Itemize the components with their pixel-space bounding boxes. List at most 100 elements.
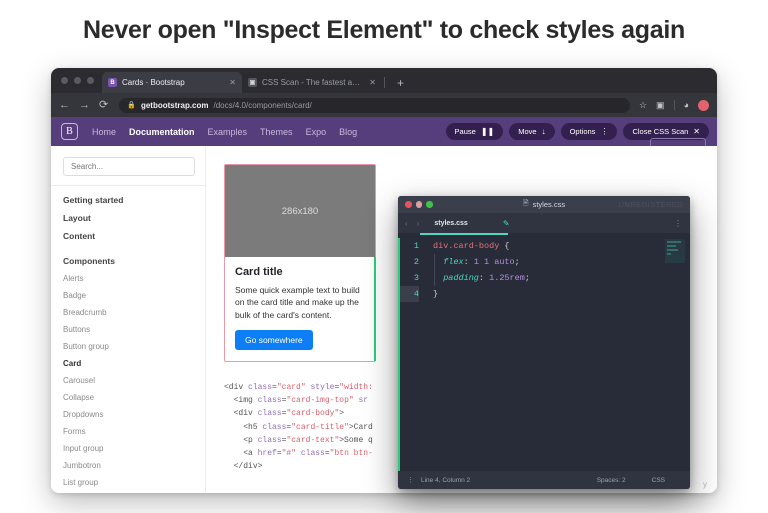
code-line: flex: 1 1 auto; [443,256,520,267]
editor-tab-bar: ‹ › styles.css ✎ ⋮ [398,213,690,233]
truncated-page-text: y [703,480,707,489]
card-text: Some quick example text to build on the … [235,285,360,320]
sidebar-item-alerts[interactable]: Alerts [63,274,195,283]
nav-link-home[interactable]: Home [92,127,116,137]
move-label: Move [518,127,537,136]
window-traffic-lights [59,68,102,93]
tab-divider [384,77,385,88]
editor-window-title: styles.css [532,200,566,209]
reload-icon[interactable]: ⟳ [99,99,108,111]
code-line: } [433,286,690,302]
nav-link-blog[interactable]: Blog [339,127,357,137]
profile-avatar[interactable] [698,99,709,111]
url-domain: getbootstrap.com [140,100,209,110]
sidebar-item-breadcrumb[interactable]: Breadcrumb [63,308,195,317]
sidebar-heading-components: Components [63,256,115,266]
editor-title-bar: 🗎 styles.css UNREGISTERED [398,196,690,213]
nav-link-expo[interactable]: Expo [306,127,327,137]
sidebar-item-carousel[interactable]: Carousel [63,376,195,385]
card-title: Card title [235,266,283,278]
css-scan-highlight-edge [374,257,376,361]
sidebar-item-content[interactable]: Content [63,231,195,241]
arrow-down-icon: ↓ [541,126,546,136]
new-tab-button[interactable]: + [387,76,412,93]
sidebar-item-collapse[interactable]: Collapse [63,393,195,402]
css-property: flex [443,256,464,267]
search-input[interactable] [63,157,195,176]
sidebar-item-card[interactable]: Card [63,359,195,368]
maximize-window-dot[interactable] [87,77,94,84]
unregistered-watermark: UNREGISTERED [618,200,683,209]
card-image-placeholder: 286x180 [225,165,375,257]
code-line: div.card-body { [433,240,510,251]
line-number: 2 [413,256,419,267]
editor-code-lines: div.card-body { flex: 1 1 auto; padding:… [426,238,690,472]
browser-tab-cards-bootstrap[interactable]: B Cards · Bootstrap ✕ [102,72,242,93]
options-button[interactable]: Options ⋮ [560,123,618,140]
bootstrap-favicon-icon: B [108,78,117,87]
sidebar-item-list-group[interactable]: List group [63,478,195,487]
editor-kebab-icon[interactable]: ⋮ [674,219,682,228]
css-scan-favicon-icon: ▣ [248,78,257,87]
card-component-preview[interactable]: 286x180 Card title Some quick example te… [224,164,376,362]
browser-tab-bar: B Cards · Bootstrap ✕ ▣ CSS Scan - The f… [51,68,717,93]
docs-sidebar: Getting started Layout Content Component… [51,146,206,493]
css-selector: div.card-body [433,240,500,251]
editor-line-numbers: 1 2 3 4 [400,238,426,472]
bootstrap-logo-icon[interactable]: B [61,123,78,140]
pause-button[interactable]: Pause ❚❚ [445,123,504,140]
sidebar-item-input-group[interactable]: Input group [63,444,195,453]
code-editor-window[interactable]: 🗎 styles.css UNREGISTERED ‹ › styles.css… [398,196,690,489]
status-kebab-icon[interactable]: ⋮ [407,476,414,484]
sidebar-item-buttons[interactable]: Buttons [63,325,195,334]
sidebar-item-layout[interactable]: Layout [63,213,195,223]
css-property: padding [443,272,479,283]
sidebar-item-jumbotron[interactable]: Jumbotron [63,461,195,470]
browser-tab-css-scan[interactable]: ▣ CSS Scan - The fastest and ea ✕ [242,72,382,93]
cursor-position: Line 4, Column 2 [421,476,471,484]
sidebar-item-badge[interactable]: Badge [63,291,195,300]
chevron-right-icon[interactable]: › [417,219,420,228]
line-number-active: 4 [400,285,419,302]
editor-tab-styles-css[interactable]: styles.css [434,220,467,227]
browser-url-bar: ← → ⟳ 🔒 getbootstrap.com/docs/4.0/compon… [51,93,717,117]
sidebar-item-button-group[interactable]: Button group [63,342,195,351]
tab-title: Cards · Bootstrap [122,78,185,87]
editor-minimap[interactable] [665,238,685,263]
pencil-icon[interactable]: ✎ [503,219,510,228]
close-tab-icon[interactable]: ✕ [229,78,236,87]
options-label: Options [569,127,596,136]
sidebar-item-dropdowns[interactable]: Dropdowns [63,410,195,419]
css-scan-extension-icon[interactable]: ◕ [684,100,689,110]
pause-label: Pause [454,127,476,136]
document-icon: 🗎 [522,200,529,207]
bootstrap-nav-links: Home Documentation Examples Themes Expo … [92,127,357,137]
back-icon[interactable]: ← [59,99,70,111]
bootstrap-navbar: B Home Documentation Examples Themes Exp… [51,117,717,154]
minimize-window-dot[interactable] [74,77,81,84]
kebab-icon: ⋮ [600,126,609,136]
indent-setting[interactable]: Spaces: 2 [597,477,626,484]
chevron-left-icon[interactable]: ‹ [405,219,408,228]
address-bar[interactable]: 🔒 getbootstrap.com/docs/4.0/components/c… [119,97,630,113]
bookmark-star-icon[interactable]: ☆ [639,100,647,111]
nav-link-examples[interactable]: Examples [208,127,248,137]
close-icon: ✕ [693,126,700,136]
editor-status-bar: ⋮ Line 4, Column 2 Spaces: 2 CSS [398,471,690,489]
line-number: 3 [413,272,419,283]
sidebar-item-getting-started[interactable]: Getting started [63,195,195,205]
go-somewhere-button[interactable]: Go somewhere [235,329,313,350]
card-body: Card title Some quick example text to bu… [225,257,375,361]
sidebar-item-forms[interactable]: Forms [63,427,195,436]
editor-code-area[interactable]: 1 2 3 4 div.card-body { flex: 1 1 auto; … [398,235,690,472]
nav-link-themes[interactable]: Themes [260,127,293,137]
close-tab-icon[interactable]: ✕ [369,78,376,87]
nav-link-documentation[interactable]: Documentation [129,127,195,137]
move-button[interactable]: Move ↓ [509,123,555,140]
forward-icon[interactable]: → [79,99,90,111]
line-number: 1 [413,240,419,251]
code-line: padding: 1.25rem; [443,272,530,283]
extension-icon[interactable]: ▣ [656,100,665,111]
close-window-dot[interactable] [61,77,68,84]
language-mode[interactable]: CSS [652,477,665,484]
